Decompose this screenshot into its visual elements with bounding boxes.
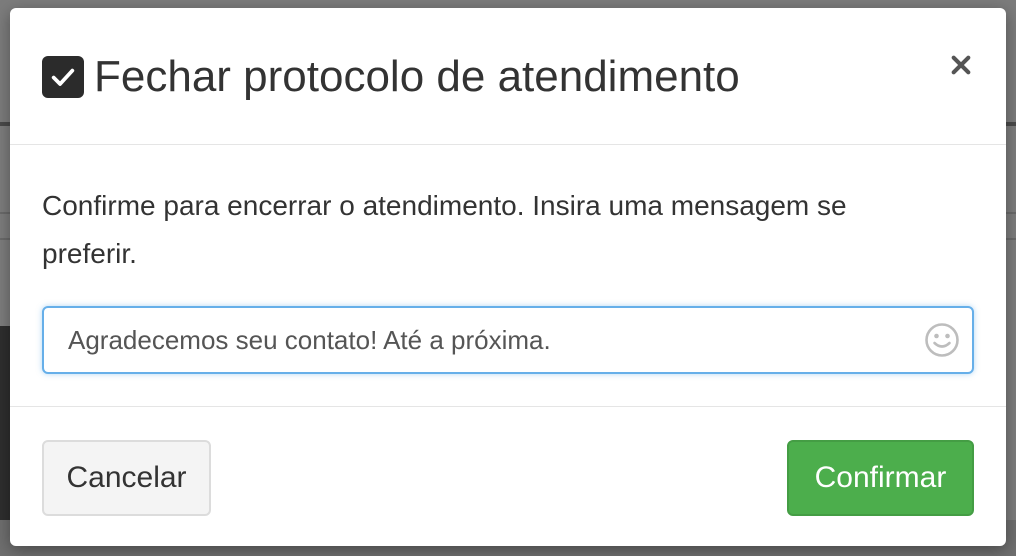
close-protocol-modal: Fechar protocolo de atendimento Confirme… <box>10 8 1006 546</box>
smiley-icon <box>925 323 959 357</box>
emoji-picker-button[interactable] <box>924 322 960 358</box>
modal-footer: Cancelar Confirmar <box>10 408 1006 546</box>
check-square-icon <box>42 56 84 98</box>
message-input-wrapper <box>42 306 974 374</box>
cancel-button[interactable]: Cancelar <box>42 440 211 516</box>
close-icon <box>951 55 971 75</box>
modal-header: Fechar protocolo de atendimento <box>10 8 1006 145</box>
close-button[interactable] <box>944 48 978 82</box>
confirm-button[interactable]: Confirmar <box>787 440 974 516</box>
modal-instruction-text: Confirme para encerrar o atendimento. In… <box>42 190 847 269</box>
message-input[interactable] <box>44 308 924 372</box>
modal-body: Confirme para encerrar o atendimento. In… <box>10 146 1006 407</box>
modal-title: Fechar protocolo de atendimento <box>94 52 740 101</box>
